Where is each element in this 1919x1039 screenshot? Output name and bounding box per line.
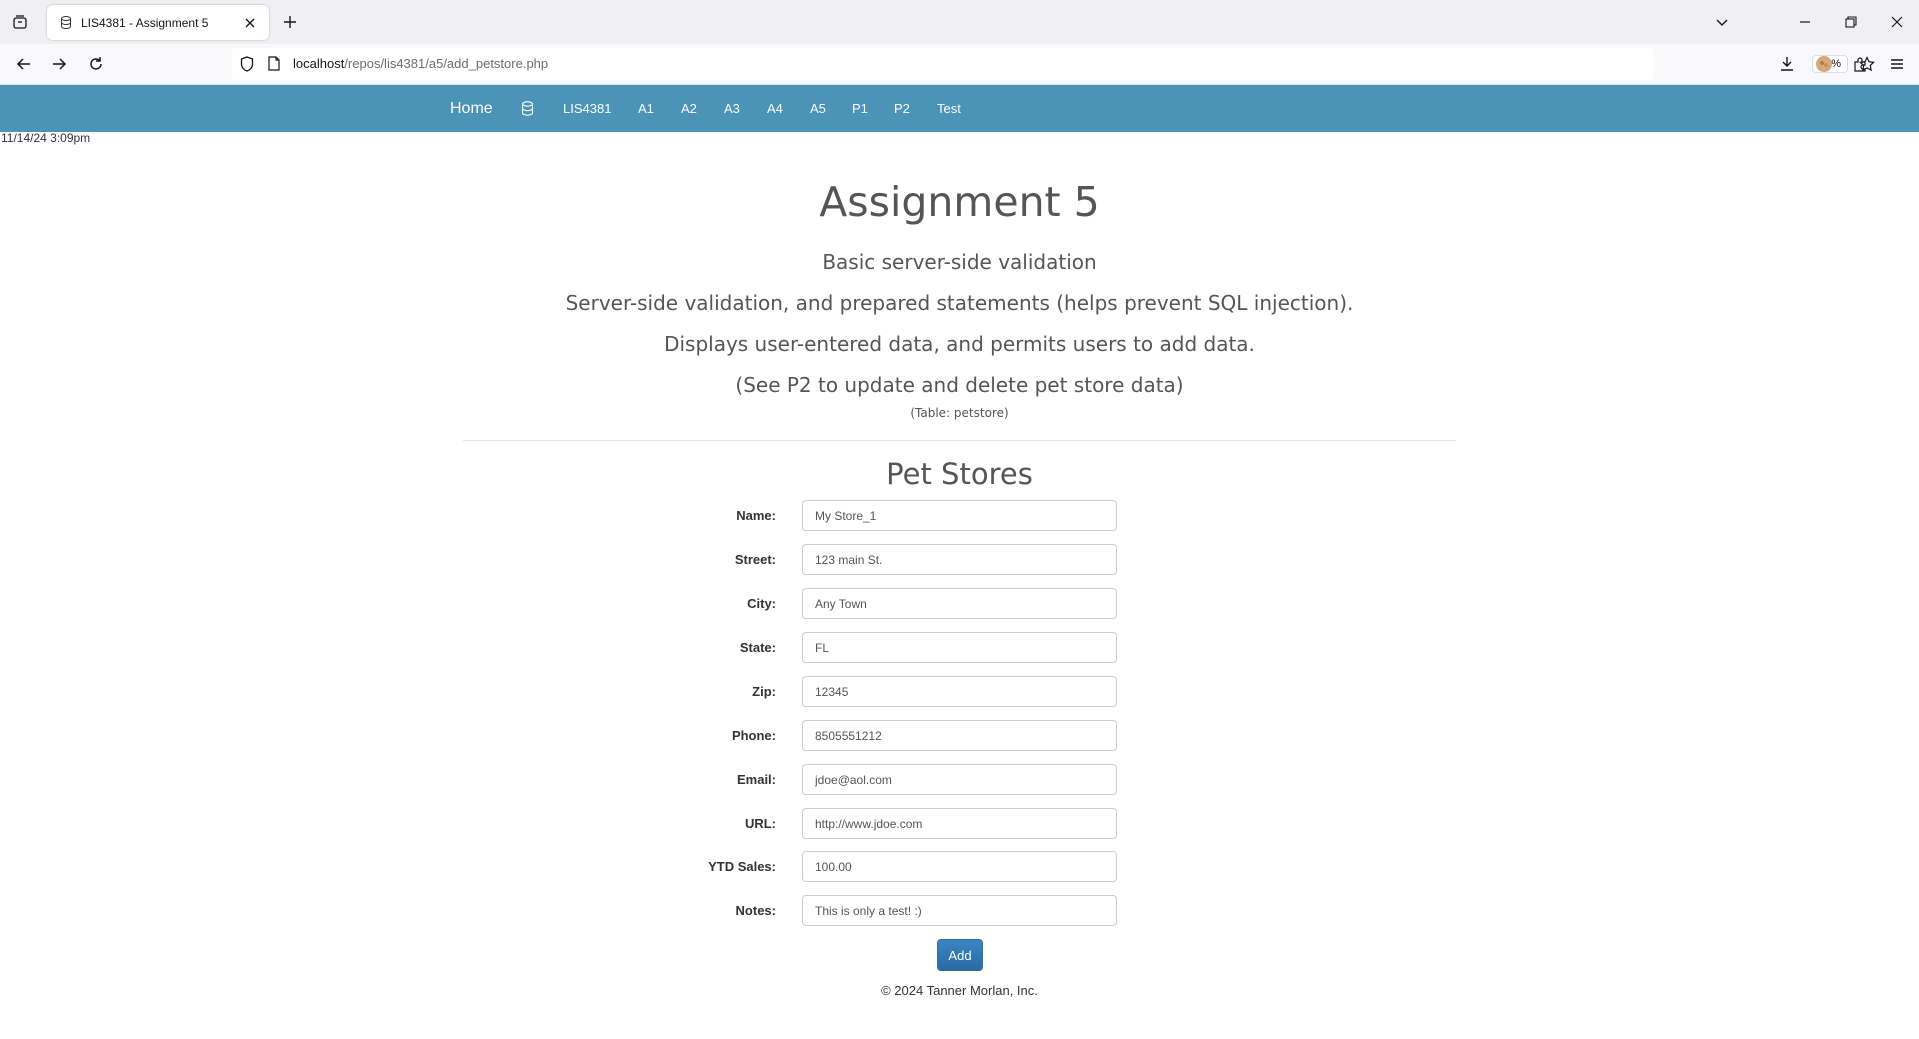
page-subtitle-4: (See P2 to update and delete pet store d… [735, 373, 1184, 397]
name-label: Name: [736, 508, 776, 523]
page-subtitle-1: Basic server-side validation [822, 250, 1097, 274]
address-bar[interactable]: localhost/repos/lis4381/a5/add_petstore.… [232, 48, 1875, 80]
tab-title: LIS4381 - Assignment 5 [81, 15, 209, 30]
reload-icon[interactable] [84, 52, 108, 76]
phone-input[interactable] [802, 720, 1117, 751]
form-row-city: City: [0, 588, 1919, 619]
close-tab-icon[interactable] [239, 12, 261, 34]
nav-a3[interactable]: A3 [724, 85, 740, 132]
street-input[interactable] [802, 544, 1117, 575]
downloads-icon[interactable] [1775, 52, 1799, 76]
browser-tab[interactable]: LIS4381 - Assignment 5 [47, 5, 269, 40]
menu-icon[interactable] [1885, 52, 1909, 76]
close-window-icon[interactable] [1885, 10, 1909, 34]
nav-p2[interactable]: P2 [894, 85, 910, 132]
email-label: Email: [736, 772, 776, 787]
state-input[interactable] [802, 632, 1117, 663]
account-avatar-icon[interactable] [1812, 52, 1836, 76]
url-input[interactable] [802, 808, 1117, 839]
database-icon[interactable] [521, 85, 534, 132]
ytd-sales-label: YTD Sales: [708, 859, 776, 874]
form-row-phone: Phone: [0, 720, 1919, 751]
chevron-down-icon[interactable] [1710, 10, 1734, 34]
browser-tab-bar: LIS4381 - Assignment 5 [0, 0, 1919, 44]
nav-a4[interactable]: A4 [767, 85, 783, 132]
divider [463, 440, 1456, 441]
ytd-sales-input[interactable] [802, 851, 1117, 882]
form-row-name: Name: [0, 500, 1919, 531]
nav-a2[interactable]: A2 [681, 85, 697, 132]
nav-a1[interactable]: A1 [638, 85, 654, 132]
timestamp: 11/14/24 3:09pm [1, 131, 91, 145]
extensions-icon[interactable] [1848, 52, 1872, 76]
form-row-url: URL: [0, 808, 1919, 839]
forward-icon[interactable] [47, 52, 71, 76]
form-row-state: State: [0, 632, 1919, 663]
street-label: Street: [734, 552, 776, 567]
form-row-notes: Notes: [0, 895, 1919, 926]
zip-input[interactable] [802, 676, 1117, 707]
notes-input[interactable] [802, 895, 1117, 926]
page-icon[interactable] [268, 56, 280, 76]
nav-a5[interactable]: A5 [810, 85, 826, 132]
site-navbar: Home LIS4381 A1 A2 A3 A4 A5 P1 P2 Test [0, 85, 1919, 132]
url-path: /repos/lis4381/a5/add_petstore.php [344, 56, 549, 71]
page-title: Assignment 5 [819, 178, 1100, 226]
form-row-ytd-sales: YTD Sales: [0, 851, 1919, 882]
table-note: (Table: petstore) [910, 406, 1009, 420]
nav-home[interactable]: Home [450, 85, 493, 132]
form-row-zip: Zip: [0, 676, 1919, 707]
add-button[interactable]: Add [937, 939, 983, 971]
restore-icon[interactable] [1839, 10, 1863, 34]
state-label: State: [739, 640, 776, 655]
email-input[interactable] [802, 764, 1117, 795]
url-host: localhost [293, 56, 345, 71]
url-text[interactable]: localhost/repos/lis4381/a5/add_petstore.… [293, 56, 548, 71]
url-label: URL: [744, 816, 776, 831]
form-row-email: Email: [0, 764, 1919, 795]
database-icon [59, 16, 73, 30]
minimize-icon[interactable] [1793, 10, 1817, 34]
browser-toolbar: localhost/repos/lis4381/a5/add_petstore.… [0, 44, 1919, 85]
phone-label: Phone: [731, 728, 776, 743]
page-subtitle-2: Server-side validation, and prepared sta… [565, 291, 1354, 315]
tab-list-icon[interactable] [10, 12, 30, 32]
new-tab-icon[interactable] [279, 11, 301, 33]
shield-icon[interactable] [240, 56, 254, 77]
city-label: City: [747, 596, 776, 611]
form-title: Pet Stores [886, 457, 1033, 491]
nav-test[interactable]: Test [937, 85, 961, 132]
page-subtitle-3: Displays user-entered data, and permits … [664, 332, 1255, 356]
notes-label: Notes: [735, 903, 776, 918]
footer-copyright: © 2024 Tanner Morlan, Inc. [881, 983, 1038, 998]
back-icon[interactable] [12, 52, 36, 76]
form-row-street: Street: [0, 544, 1919, 575]
name-input[interactable] [802, 500, 1117, 531]
city-input[interactable] [802, 588, 1117, 619]
zip-label: Zip: [752, 684, 776, 699]
nav-lis4381[interactable]: LIS4381 [563, 85, 611, 132]
nav-p1[interactable]: P1 [852, 85, 868, 132]
